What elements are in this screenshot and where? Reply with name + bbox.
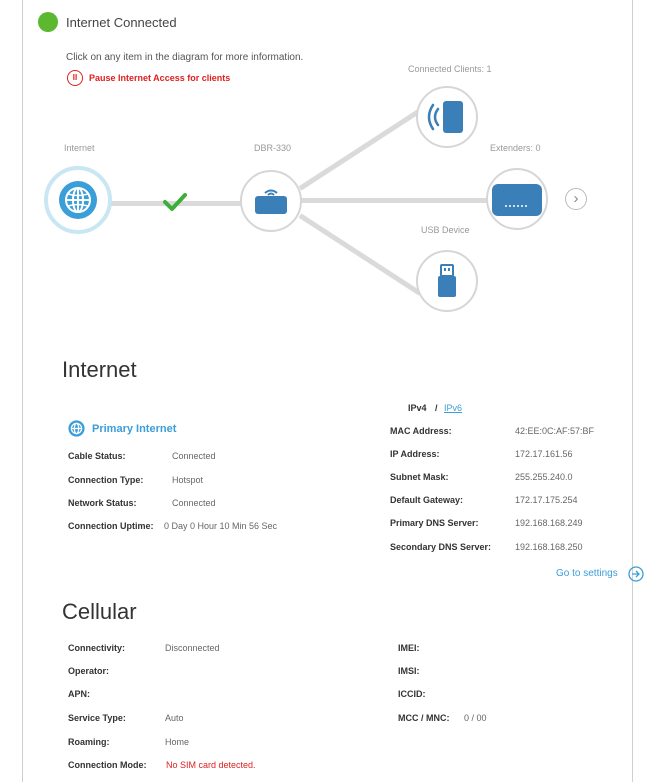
primary-dns-value: 192.168.168.249 [515,518,583,528]
network-status-value: Connected [172,498,216,508]
internet-section-title: Internet [62,357,137,382]
cable-status-value: Connected [172,451,216,461]
main-frame [22,0,633,782]
ip-address-label: IP Address: [390,449,440,459]
internet-node[interactable] [44,166,112,234]
status-dot-icon [38,12,58,32]
ipv4-tab[interactable]: IPv4 [408,403,427,413]
connection-type-label: Connection Type: [68,475,144,485]
connected-clients-node[interactable] [416,86,478,148]
subnet-mask-label: Subnet Mask: [390,472,449,482]
service-type-value: Auto [165,713,184,723]
internet-node-label: Internet [64,143,95,153]
mcc-mnc-label: MCC / MNC: [398,713,450,723]
connection-mode-value: No SIM card detected. [166,760,256,770]
chevron-right-icon[interactable]: › [565,188,587,210]
connection-mode-label: Connection Mode: [68,760,147,770]
primary-globe-icon [68,420,85,437]
connectivity-value: Disconnected [165,643,220,653]
default-gateway-label: Default Gateway: [390,495,464,505]
roaming-value: Home [165,737,190,747]
operator-label: Operator: [68,666,110,676]
connection-type-value: Hotspot [172,475,204,485]
secondary-dns-value: 192.168.168.250 [515,542,583,552]
mcc-mnc-value: 0 / 00 [464,713,487,723]
router-icon [255,189,287,214]
connectivity-label: Connectivity: [68,643,126,653]
network-status-label: Network Status: [68,498,137,508]
cable-status-label: Cable Status: [68,451,126,461]
primary-dns-label: Primary DNS Server: [390,518,479,528]
roaming-label: Roaming: [68,737,110,747]
connection-status: Internet Connected [66,15,177,30]
apn-label: APN: [68,689,90,699]
pause-icon[interactable]: II [67,70,83,86]
iccid-label: ICCID: [398,689,426,699]
cellular-section-title: Cellular [62,599,137,624]
phone-wifi-icon [427,101,463,133]
imsi-label: IMSI: [398,666,420,676]
diagram-hint: Click on any item in the diagram for mor… [66,52,304,63]
pause-internet-link[interactable]: Pause Internet Access for clients [89,73,230,83]
ipv6-tab[interactable]: IPv6 [444,403,462,413]
primary-internet-label: Primary Internet [92,423,177,435]
router-node-label: DBR-330 [254,143,292,153]
usb-device-node[interactable] [416,250,478,312]
extender-icon [492,184,542,216]
clients-node-label: Connected Clients: 1 [408,64,492,74]
secondary-dns-label: Secondary DNS Server: [390,542,492,552]
default-gateway-value: 172.17.175.254 [515,495,578,505]
router-node[interactable] [240,170,302,232]
subnet-mask-value: 255.255.240.0 [515,472,573,482]
mac-address-label: MAC Address: [390,426,452,436]
router-extender-line [300,198,510,203]
ip-separator: / [435,403,438,413]
arrow-right-circle-icon[interactable] [628,566,644,582]
extender-node[interactable] [486,168,548,230]
imei-label: IMEI: [398,643,420,653]
mac-address-value: 42:EE:0C:AF:57:BF [515,426,595,436]
ip-address-value: 172.17.161.56 [515,449,573,459]
go-to-settings-link[interactable]: Go to settings [556,568,618,579]
usb-node-label: USB Device [421,225,470,235]
usb-icon [438,264,456,297]
checkmark-icon [163,193,187,211]
service-type-label: Service Type: [68,713,126,723]
extenders-node-label: Extenders: 0 [490,143,541,153]
connection-uptime-value: 0 Day 0 Hour 10 Min 56 Sec [164,521,278,531]
connection-uptime-label: Connection Uptime: [68,521,154,531]
globe-icon [59,181,97,219]
